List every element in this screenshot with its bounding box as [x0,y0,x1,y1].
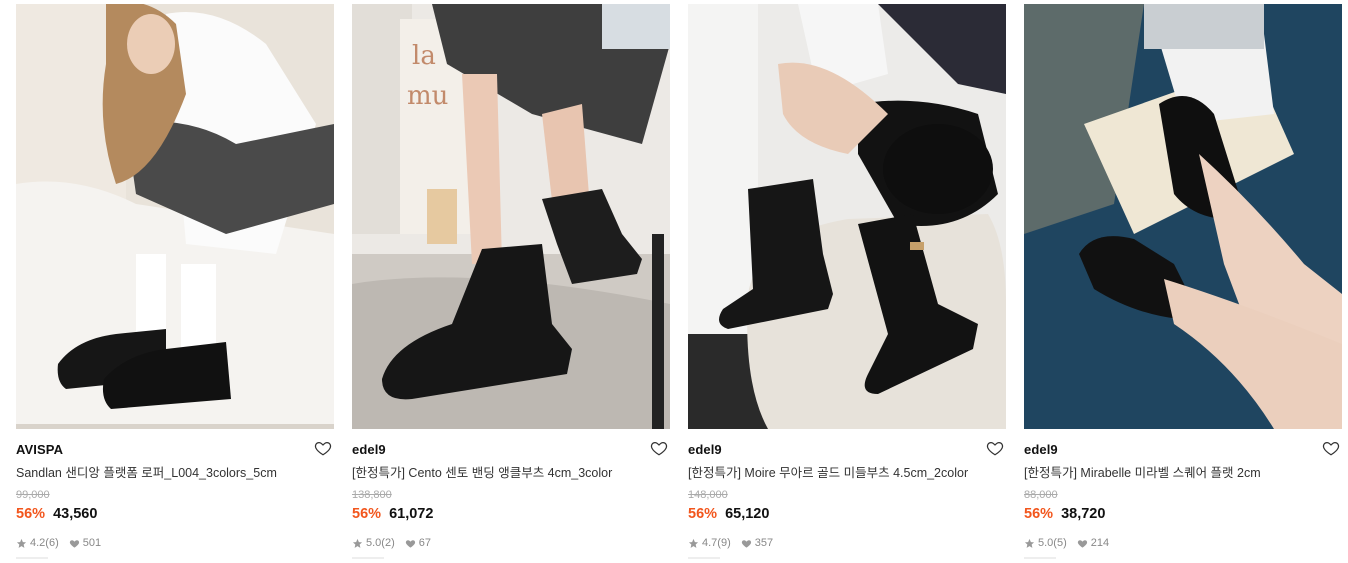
star-icon [352,538,363,548]
product-title[interactable]: [한정특가] Cento 센토 밴딩 앵클부츠 4cm_3color [352,463,670,483]
product-image[interactable] [16,4,334,429]
like-count: 357 [754,537,774,549]
product-card[interactable]: AVISPA Sandlan 샌디앙 플랫폼 로퍼_L004_3colors_5… [16,4,334,559]
divider [352,557,384,559]
wishlist-heart-icon[interactable] [1322,439,1340,457]
product-grid: AVISPA Sandlan 샌디앙 플랫폼 로퍼_L004_3colors_5… [0,0,1348,563]
review-count: (9) [717,537,731,549]
price-row: 56% 65,120 [688,504,1006,524]
product-stats: 4.2 (6) 501 [16,535,334,551]
product-card[interactable]: edel9 [한정특가] Mirabelle 미라벨 스퀘어 플랫 2cm 88… [1024,4,1342,559]
product-stats: 5.0 (5) 214 [1024,535,1342,551]
original-price: 148,000 [688,489,728,501]
discount-rate: 56% [688,506,718,522]
original-price: 138,800 [352,489,392,501]
product-image[interactable]: la mu [352,4,670,429]
brand-name[interactable]: edel9 [1024,441,1342,459]
rating-value: 5.0 [366,537,382,549]
divider [688,557,720,559]
wishlist-heart-icon[interactable] [986,439,1004,457]
sale-price: 43,560 [53,506,98,522]
wishlist-heart-icon[interactable] [650,439,668,457]
review-count: (2) [381,537,395,549]
divider [1024,557,1056,559]
product-stats: 4.7 (9) 357 [688,535,1006,551]
original-price: 88,000 [1024,489,1058,501]
like-count: 67 [418,537,431,549]
product-image[interactable] [1024,4,1342,429]
star-icon [1024,538,1035,548]
review-count: (6) [45,537,59,549]
like-count: 501 [82,537,102,549]
rating-value: 4.2 [30,537,46,549]
heart-filled-icon [741,539,751,548]
heart-filled-icon [69,539,79,548]
heart-filled-icon [405,539,415,548]
product-title[interactable]: Sandlan 샌디앙 플랫폼 로퍼_L004_3colors_5cm [16,463,334,483]
product-title[interactable]: [한정특가] Mirabelle 미라벨 스퀘어 플랫 2cm [1024,463,1342,483]
product-stats: 5.0 (2) 67 [352,535,670,551]
star-icon [16,538,27,548]
review-count: (5) [1053,537,1067,549]
brand-name[interactable]: edel9 [688,441,1006,459]
product-title[interactable]: [한정특가] Moire 무아르 골드 미들부츠 4.5cm_2color [688,463,1006,483]
sale-price: 65,120 [725,506,770,522]
price-row: 56% 61,072 [352,504,670,524]
original-price: 99,000 [16,489,50,501]
wishlist-heart-icon[interactable] [314,439,332,457]
like-count: 214 [1090,537,1110,549]
price-row: 56% 43,560 [16,504,334,524]
discount-rate: 56% [1024,506,1054,522]
svg-text:la: la [412,41,436,71]
discount-rate: 56% [16,506,46,522]
brand-name[interactable]: AVISPA [16,441,334,459]
heart-filled-icon [1077,539,1087,548]
product-image[interactable] [688,4,1006,429]
star-icon [688,538,699,548]
product-card[interactable]: edel9 [한정특가] Moire 무아르 골드 미들부츠 4.5cm_2co… [688,4,1006,559]
price-row: 56% 38,720 [1024,504,1342,524]
rating-value: 5.0 [1038,537,1054,549]
sale-price: 38,720 [1061,506,1106,522]
divider [16,557,48,559]
brand-name[interactable]: edel9 [352,441,670,459]
rating-value: 4.7 [702,537,718,549]
product-card[interactable]: la mu edel9 [한정특가] Cento 센토 밴딩 앵클부츠 4cm_… [352,4,670,559]
sale-price: 61,072 [389,506,434,522]
svg-text:mu: mu [407,81,448,111]
discount-rate: 56% [352,506,382,522]
